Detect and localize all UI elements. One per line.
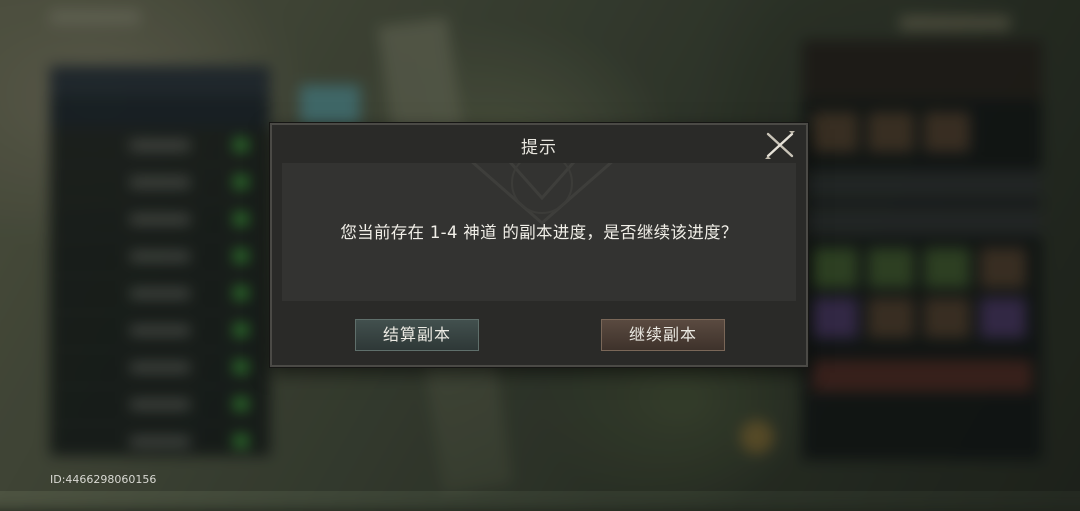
player-id: ID:4466298060156	[50, 473, 157, 486]
continue-dungeon-button[interactable]: 继续副本	[601, 319, 725, 351]
message-area: 您当前存在 1-4 神道 的副本进度，是否继续该进度？	[282, 163, 796, 301]
dialog-title: 提示	[521, 138, 557, 158]
settle-dungeon-button[interactable]: 结算副本	[355, 319, 479, 351]
close-icon	[765, 131, 795, 159]
prompt-dialog: 提示 您当前存在 1-4 神道 的副本进度，是否继续该进度？ 结算副本 继续副本	[270, 123, 808, 367]
dialog-message: 您当前存在 1-4 神道 的副本进度，是否继续该进度？	[340, 223, 738, 242]
close-button[interactable]	[762, 128, 798, 162]
